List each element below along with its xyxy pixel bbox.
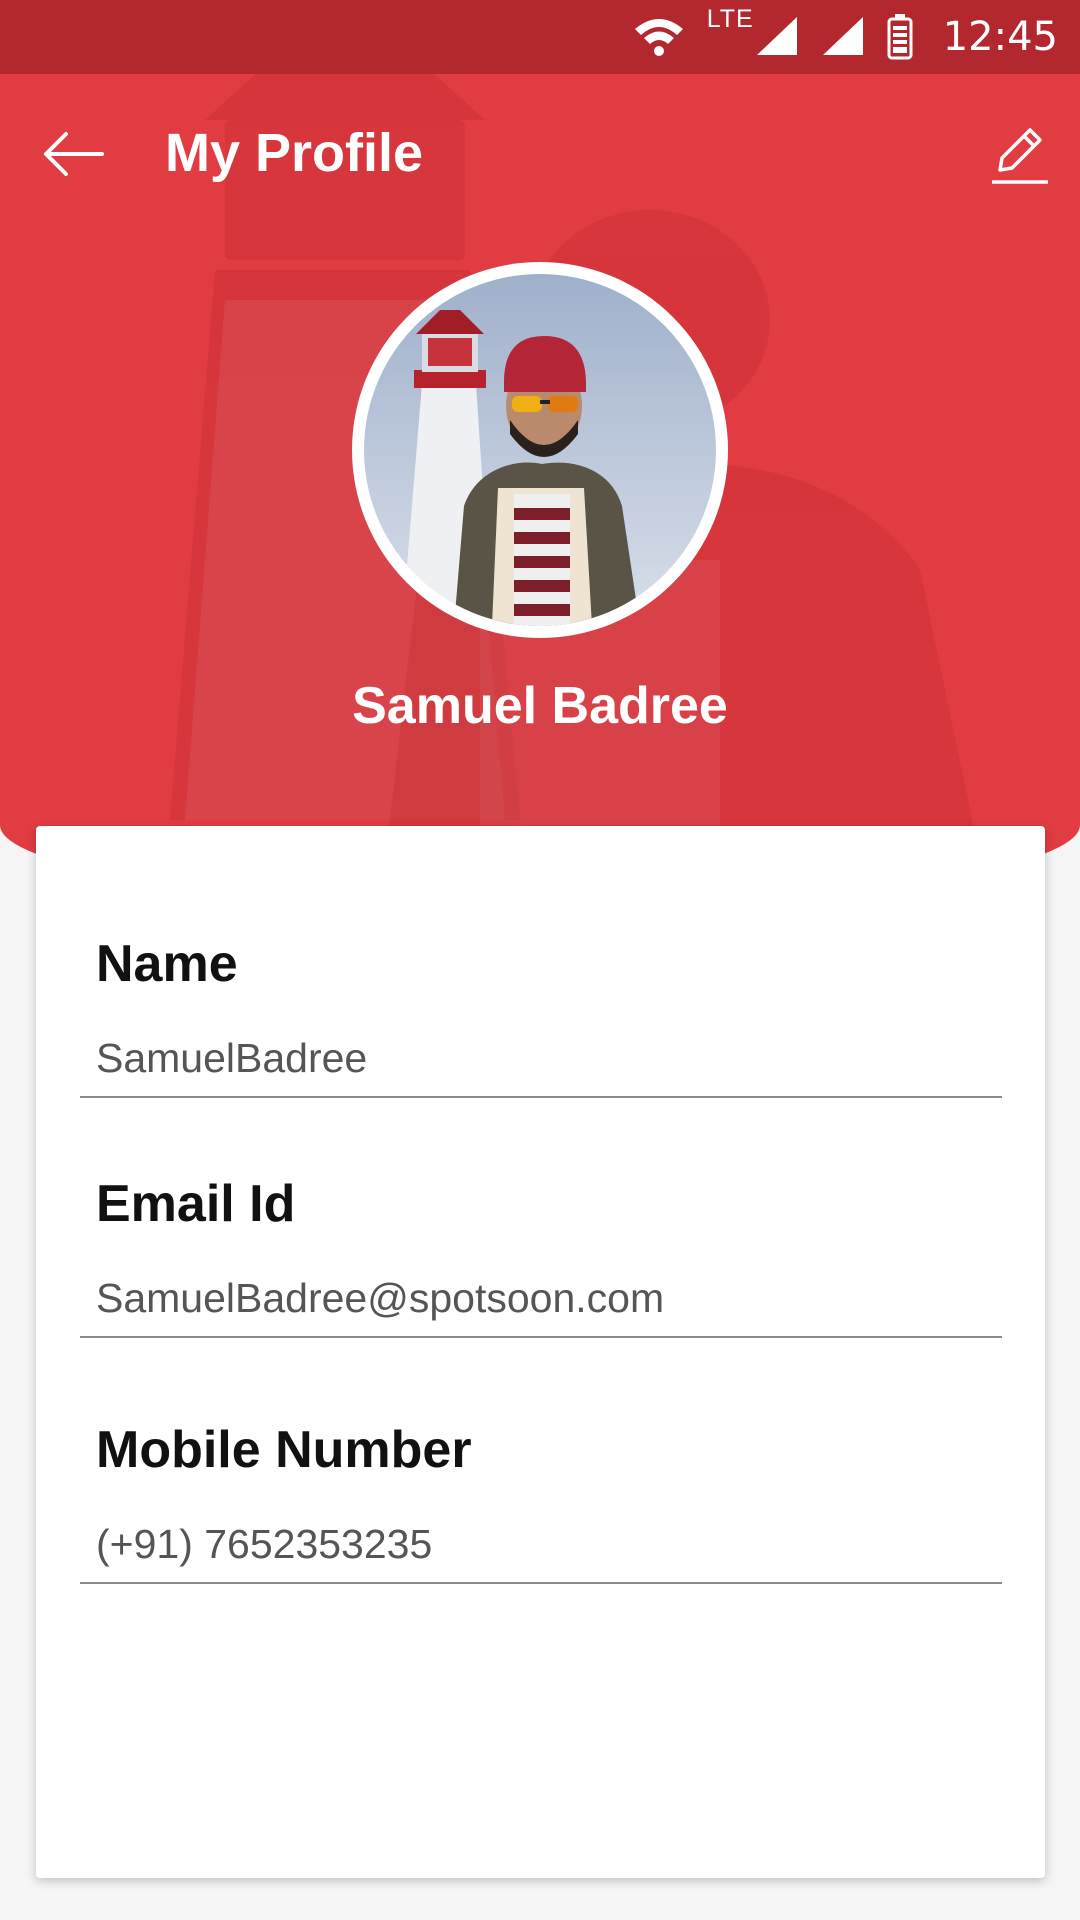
profile-photo <box>364 274 716 626</box>
mobile-field-group: Mobile Number (+91) 7652353235 <box>80 1420 1002 1584</box>
edit-profile-button[interactable] <box>986 122 1052 188</box>
status-time: 12:45 <box>942 14 1058 60</box>
page-title: My Profile <box>165 123 424 183</box>
email-field-group: Email Id SamuelBadree@spotsoon.com <box>80 1174 1002 1338</box>
email-field[interactable]: SamuelBadree@spotsoon.com <box>80 1268 1002 1338</box>
avatar[interactable] <box>352 262 728 638</box>
back-button[interactable] <box>38 124 108 184</box>
lte-signal-icon: LTE <box>707 5 799 59</box>
wifi-icon <box>633 17 685 57</box>
email-label: Email Id <box>96 1175 296 1233</box>
name-field-group: Name SamuelBadree <box>80 934 1002 1098</box>
pencil-icon <box>992 128 1048 184</box>
status-bar: LTE 12:45 <box>0 0 1080 74</box>
battery-icon <box>887 14 913 60</box>
signal-icon <box>821 15 865 59</box>
profile-details-card: Name SamuelBadree Email Id SamuelBadree@… <box>36 826 1045 1878</box>
name-field[interactable]: SamuelBadree <box>80 1028 1002 1098</box>
network-type-label: LTE <box>706 5 754 33</box>
name-label: Name <box>96 935 238 993</box>
arrow-left-icon <box>44 132 104 176</box>
app-bar: My Profile <box>0 74 1080 234</box>
mobile-number-label: Mobile Number <box>96 1421 472 1479</box>
profile-header: LTE 12:45 My Profile Samuel Badree <box>0 0 1080 905</box>
profile-display-name: Samuel Badree <box>352 677 728 735</box>
mobile-number-field[interactable]: (+91) 7652353235 <box>80 1514 1002 1584</box>
